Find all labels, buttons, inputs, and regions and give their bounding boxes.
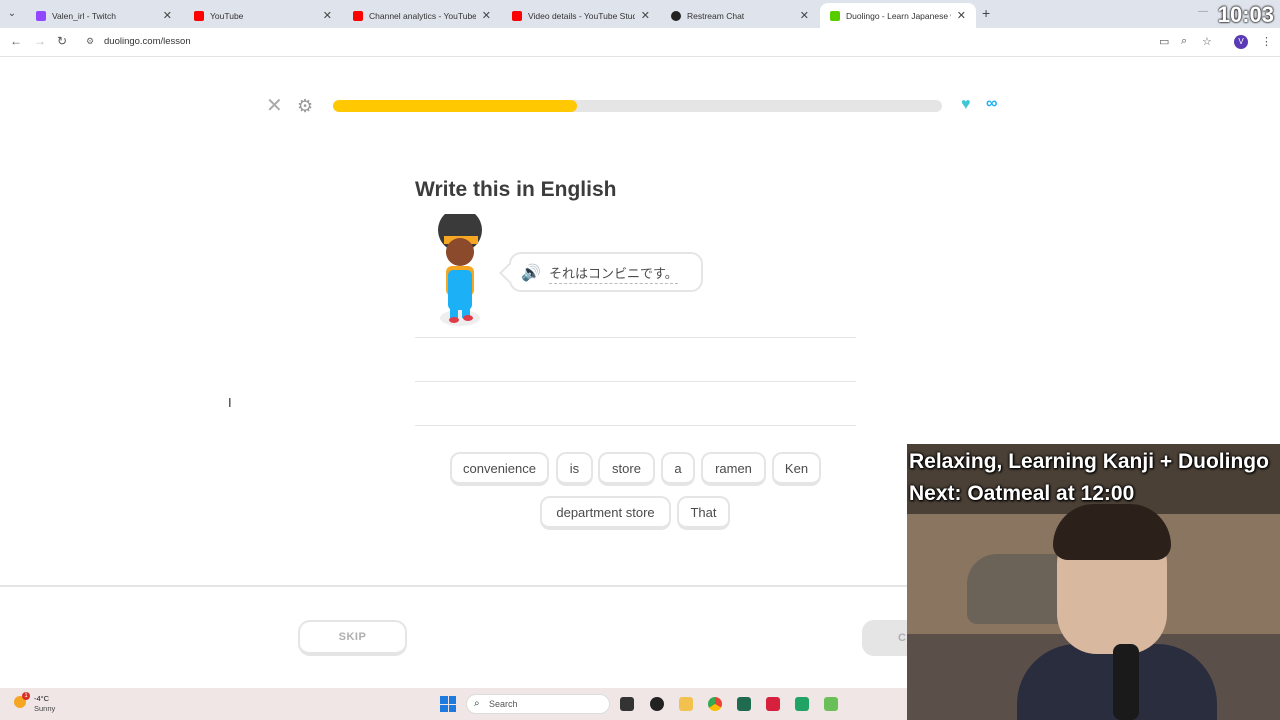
address-bar: ← → ↻ ⚙ duolingo.com/lesson ▭ ⌕ ☆ V ⋮ (0, 28, 1280, 57)
close-lesson-icon[interactable]: ✕ (266, 96, 283, 116)
restream-icon (671, 10, 681, 21)
tab-duolingo[interactable]: Duolingo - Learn Japanese with ✕ (820, 3, 976, 28)
reload-icon[interactable]: ↻ (57, 34, 67, 48)
speech-bubble: 🔊 それはコンビニです。 (509, 252, 703, 292)
text-cursor-icon: I (228, 395, 232, 410)
word-chip[interactable]: ramen (701, 452, 766, 486)
skip-button[interactable]: SKIP (298, 620, 407, 656)
cast-icon[interactable]: ▭ (1159, 35, 1169, 48)
file-explorer-icon[interactable] (679, 697, 693, 711)
tab-youtube[interactable]: YouTube ✕ (184, 3, 342, 28)
word-chip[interactable]: department store (540, 496, 671, 530)
word-chip[interactable]: convenience (450, 452, 549, 486)
character-illustration (438, 214, 482, 326)
youtube-studio-icon (353, 10, 363, 21)
tab-search-chevron-icon[interactable]: ⌄ (4, 6, 20, 22)
word-chip[interactable]: is (556, 452, 593, 486)
japanese-sentence[interactable]: それはコンビニです。 (549, 263, 678, 284)
close-tab-icon[interactable]: ✕ (323, 9, 332, 22)
weather-temperature[interactable]: -4°C (34, 694, 49, 703)
bookmark-star-icon[interactable]: ☆ (1202, 35, 1212, 48)
close-tab-icon[interactable]: ✕ (957, 9, 966, 22)
answer-line (415, 337, 856, 338)
twitch-icon (36, 10, 46, 21)
close-tab-icon[interactable]: ✕ (482, 9, 491, 22)
close-tab-icon[interactable]: ✕ (800, 9, 809, 22)
stream-webcam-overlay: Relaxing, Learning Kanji + Duolingo Next… (907, 444, 1280, 720)
answer-line (415, 425, 856, 426)
taskbar-search[interactable]: ⌕ Search (466, 694, 610, 714)
search-icon: ⌕ (474, 698, 480, 709)
excel-icon[interactable] (795, 697, 809, 711)
url-field[interactable]: duolingo.com/lesson (104, 36, 191, 47)
heart-icon: ♥ (961, 96, 971, 113)
webcam-person-hair (1053, 504, 1171, 560)
youtube-studio-icon (512, 10, 522, 21)
word-chip[interactable]: a (661, 452, 695, 486)
profile-avatar[interactable]: V (1234, 35, 1248, 49)
minimize-icon[interactable]: — (1198, 6, 1208, 17)
more-menu-icon[interactable]: ⋮ (1261, 35, 1272, 48)
windows-taskbar: 1 -4°C Sunny ⌕ Search (0, 688, 910, 720)
forward-icon[interactable]: → (34, 34, 46, 48)
progress-fill (333, 100, 577, 112)
speaker-icon[interactable]: 🔊 (521, 263, 541, 283)
tab-twitch[interactable]: Valen_irl - Twitch ✕ (26, 3, 182, 28)
word-chip[interactable]: Ken (772, 452, 821, 486)
obs-icon[interactable] (650, 697, 664, 711)
taskbar-search-placeholder: Search (489, 699, 518, 709)
stream-next-up: Next: Oatmeal at 12:00 (909, 482, 1135, 505)
tab-channel-analytics[interactable]: Channel analytics - YouTube Stu ✕ (343, 3, 501, 28)
youtube-icon (194, 10, 204, 21)
tab-video-details[interactable]: Video details - YouTube Studio ✕ (502, 3, 660, 28)
weather-condition[interactable]: Sunny (34, 704, 55, 713)
app-icon[interactable] (766, 697, 780, 711)
stream-clock: 10:03 (1217, 2, 1274, 27)
close-tab-icon[interactable]: ✕ (163, 9, 172, 22)
zoom-icon[interactable]: ⌕ (1181, 35, 1187, 48)
microphone (1113, 644, 1139, 720)
hearts-count: ∞ (986, 95, 998, 112)
settings-gear-icon[interactable]: ⚙ (297, 96, 313, 116)
app-icon[interactable] (824, 697, 838, 711)
check-button[interactable]: C (862, 620, 908, 656)
windows-start-icon[interactable] (440, 696, 456, 712)
weather-badge: 1 (22, 692, 30, 700)
answer-line (415, 381, 856, 382)
stream-title: Relaxing, Learning Kanji + Duolingo (909, 450, 1269, 473)
tab-restream-chat[interactable]: Restream Chat ✕ (661, 3, 819, 28)
app-icon[interactable] (737, 697, 751, 711)
browser-tab-strip: ⌄ Valen_irl - Twitch ✕ YouTube ✕ Channel… (0, 0, 1280, 28)
new-tab-button[interactable]: + (982, 5, 990, 21)
word-chip[interactable]: store (598, 452, 655, 486)
site-info-icon[interactable]: ⚙ (86, 36, 94, 47)
lesson-progress-bar (333, 100, 942, 112)
back-icon[interactable]: ← (10, 34, 22, 48)
duolingo-icon (830, 10, 840, 21)
task-view-icon[interactable] (620, 697, 634, 711)
chrome-icon[interactable] (708, 697, 722, 711)
close-tab-icon[interactable]: ✕ (641, 9, 650, 22)
footer-divider (0, 585, 910, 587)
challenge-prompt: Write this in English (415, 178, 617, 201)
word-chip[interactable]: That (677, 496, 730, 530)
